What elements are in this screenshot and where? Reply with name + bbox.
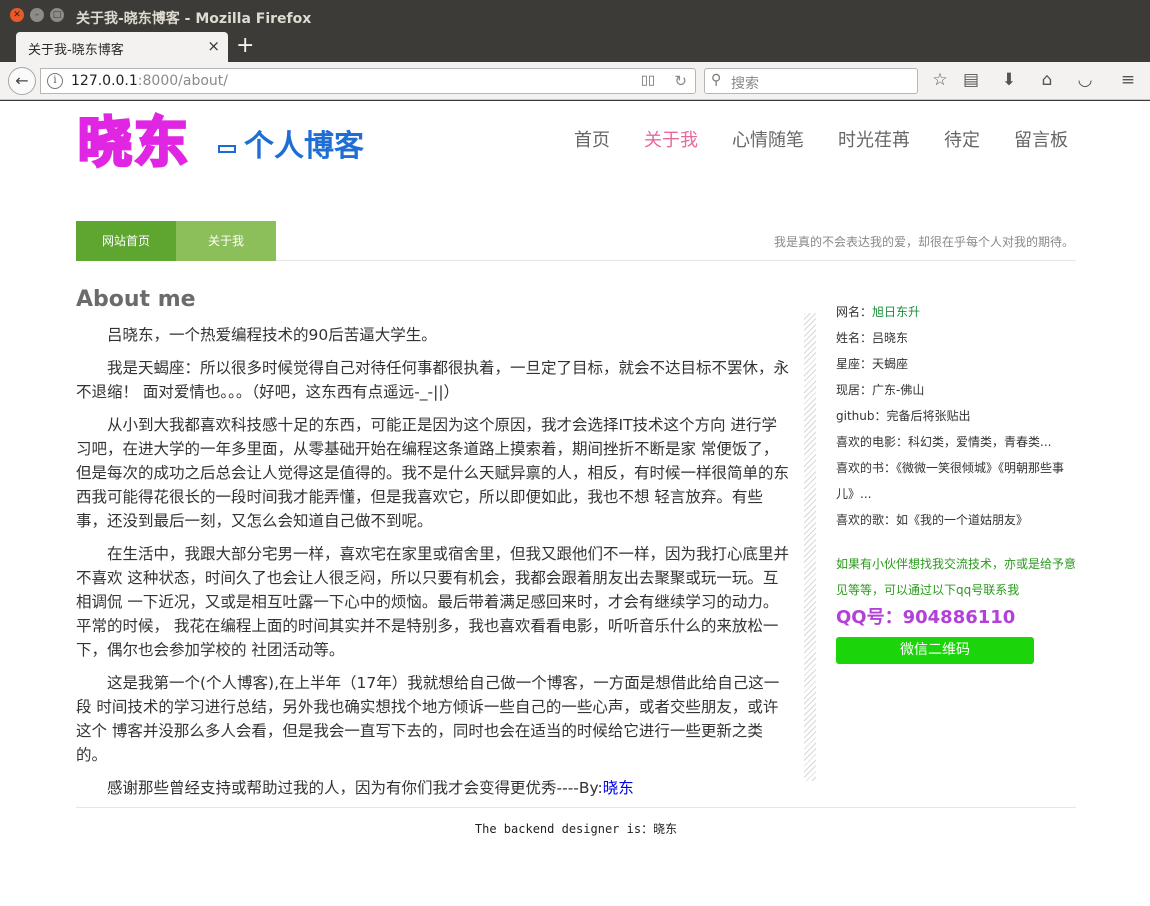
nav-mood-notes[interactable]: 心情随笔 [732, 129, 804, 153]
article-heading: About me [76, 287, 196, 312]
main-nav: 首页 关于我 心情随笔 时光荏苒 待定 留言板 [540, 129, 1068, 153]
article-paragraph: 从小到大我都喜欢科技感十足的东西，可能正是因为这个原因，我才会选择IT技术这个方… [76, 416, 790, 530]
profile-sidebar: 网名：旭日东升 姓名：吕晓东 星座：天蝎座 现居：广东-佛山 github：完备… [836, 299, 1080, 664]
wechat-qr-button[interactable]: 微信二维码 [836, 637, 1034, 664]
logo-main-text: 晓东 [77, 110, 190, 176]
url-host: 127.0.0.1 [71, 73, 138, 89]
site-motto: 我是真的不会表达我的爱，却很在乎每个人对我的期待。 [773, 235, 1074, 249]
profile-zodiac: 星座：天蝎座 [836, 357, 909, 371]
hatched-divider [804, 313, 816, 781]
home-icon[interactable]: ⌂ [1035, 70, 1059, 90]
breadcrumb-home[interactable]: 网站首页 [76, 221, 176, 261]
menu-icon[interactable]: ≡ [1116, 70, 1140, 90]
url-text: 127.0.0.1:8000/about/ [71, 73, 228, 89]
nav-toolbar: ← i 127.0.0.1:8000/about/ ▯▯ ↻ ⚲ 搜索 ☆ ▤ … [0, 62, 1150, 100]
nav-about[interactable]: 关于我 [644, 129, 698, 153]
breadcrumb-current[interactable]: 关于我 [176, 221, 276, 261]
nav-pending[interactable]: 待定 [944, 129, 980, 153]
window-minimize-button[interactable]: – [30, 8, 44, 22]
site-logo[interactable]: 晓东 个人博客 [76, 110, 396, 176]
author-link[interactable]: 晓东 [603, 779, 634, 797]
profile-songs: 喜欢的歌：如《我的一个道姑朋友》 [836, 513, 1029, 527]
contact-note: 如果有小伙伴想找我交流技术，亦或是给予意见等等，可以通过以下qq号联系我 [836, 557, 1077, 597]
article-paragraph: 我是天蝎座：所以很多时候觉得自己对待任何事都很执着，一旦定了目标，就会不达目标不… [76, 359, 790, 401]
new-tab-button[interactable]: + [236, 34, 254, 58]
tab-close-icon[interactable]: × [207, 37, 220, 55]
nav-guestbook[interactable]: 留言板 [1014, 129, 1068, 153]
logo-sub-text: 个人博客 [244, 129, 364, 164]
about-article: About me 吕晓东，一个热爱编程技术的90后苦逼大学生。 我是天蝎座：所以… [76, 285, 792, 809]
url-path: :8000/about/ [137, 73, 228, 89]
page-footer: The backend designer is：晓东 [76, 807, 1076, 837]
tab-about[interactable]: 关于我-晓东博客 × [16, 32, 228, 62]
search-input[interactable]: 搜索 [731, 73, 759, 93]
article-paragraph: 在生活中，我跟大部分宅男一样，喜欢宅在家里或宿舍里，但我又跟他们不一样，因为我打… [76, 545, 790, 659]
closing-text: 感谢那些曾经支持或帮助过我的人，因为有你们我才会变得更优秀----By: [107, 779, 603, 797]
profile-movies: 喜欢的电影：科幻类，爱情类，青春类... [836, 435, 1052, 449]
netname-value: 旭日东升 [872, 305, 921, 319]
back-button[interactable]: ← [8, 67, 36, 95]
pocket-icon[interactable]: ◡ [1073, 70, 1097, 90]
nav-home[interactable]: 首页 [574, 129, 610, 153]
breadcrumb: 网站首页 关于我 我是真的不会表达我的爱，却很在乎每个人对我的期待。 [76, 221, 1076, 261]
reader-view-icon[interactable]: ▯▯ [641, 73, 655, 88]
netname-label: 网名： [836, 305, 873, 319]
page-viewport: 晓东 个人博客 首页 关于我 心情随笔 时光荏苒 待定 留言板 网站首页 关于我… [0, 101, 1150, 906]
logo-dash-icon [218, 145, 236, 153]
reload-icon[interactable]: ↻ [674, 72, 687, 90]
window-maximize-button[interactable]: □ [50, 8, 64, 22]
search-icon: ⚲ [711, 72, 722, 88]
search-bar[interactable]: ⚲ 搜索 [704, 68, 918, 94]
window-titlebar: ✕ – □ 关于我-晓东博客 - Mozilla Firefox [0, 0, 1150, 32]
article-paragraph: 这是我第一个(个人博客),在上半年（17年）我就想给自己做一个博客，一方面是想借… [76, 674, 780, 764]
download-icon[interactable]: ⬇ [997, 70, 1021, 90]
profile-netname: 网名：旭日东升 [836, 299, 1080, 325]
nav-timeline[interactable]: 时光荏苒 [838, 129, 910, 153]
tab-title: 关于我-晓东博客 [28, 43, 124, 58]
qq-number: QQ号：904886110 [836, 607, 1016, 628]
window-close-button[interactable]: ✕ [10, 8, 24, 22]
profile-name: 姓名：吕晓东 [836, 331, 909, 345]
window-title: 关于我-晓东博客 - Mozilla Firefox [76, 11, 312, 27]
profile-github: github：完备后将张贴出 [836, 409, 971, 423]
article-closing: 感谢那些曾经支持或帮助过我的人，因为有你们我才会变得更优秀----By:晓东 [76, 776, 792, 800]
profile-location: 现居：广东-佛山 [836, 383, 925, 397]
profile-books: 喜欢的书：《微微一笑很倾城》《明朝那些事儿》... [836, 461, 1065, 501]
url-bar[interactable]: i 127.0.0.1:8000/about/ ▯▯ ↻ [40, 68, 696, 94]
bookmarks-list-icon[interactable]: ▤ [959, 70, 983, 90]
bookmark-star-icon[interactable]: ☆ [928, 70, 952, 90]
site-info-icon[interactable]: i [47, 73, 63, 89]
article-paragraph: 吕晓东，一个热爱编程技术的90后苦逼大学生。 [107, 326, 437, 344]
tab-strip: 关于我-晓东博客 × + [0, 32, 1150, 62]
